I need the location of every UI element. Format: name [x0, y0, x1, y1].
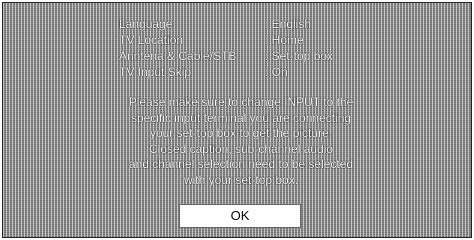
setting-value: : English — [265, 17, 312, 31]
setting-row-tv-location: TV Location : Home — [119, 32, 333, 48]
message-line: your set-top box to get the picture. — [149, 126, 333, 140]
message-line: Closed caption, sub-channel audio — [148, 141, 334, 156]
setting-value: : On — [265, 65, 288, 79]
setting-row-antenna: Anntena & Cable/STB : Set-top box — [119, 48, 333, 64]
setting-value: : Home — [265, 33, 304, 47]
setting-value: : Set-top box — [265, 49, 334, 63]
info-message: Please make sure to change INPUT to the … — [63, 95, 419, 188]
settings-summary: Language : English TV Location : Home An… — [119, 16, 333, 80]
setting-row-language: Language : English — [119, 16, 333, 32]
message-line: specific input terminal you are connecti… — [130, 110, 352, 125]
setting-label: Language — [119, 17, 173, 31]
setup-summary-screen: Language : English TV Location : Home An… — [2, 2, 472, 238]
setting-label: TV Location — [119, 33, 184, 47]
message-line: Please make sure to change INPUT to the — [128, 95, 354, 109]
setting-row-tv-input-skip: TV Input Skip : On — [119, 64, 333, 80]
ok-button[interactable]: OK — [179, 204, 301, 228]
message-line: and channel selection need to be selecte… — [128, 157, 354, 171]
setting-label: TV Input Skip — [119, 65, 192, 79]
setting-label: Anntena & Cable/STB — [119, 49, 237, 63]
message-line: with your set-top box. — [183, 172, 299, 187]
